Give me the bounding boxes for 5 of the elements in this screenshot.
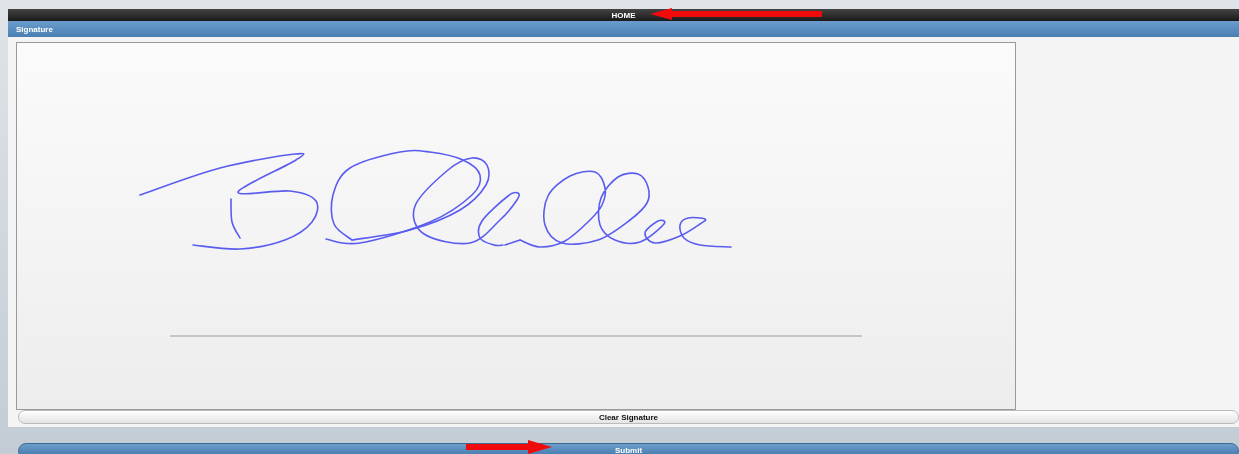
header-title: HOME xyxy=(611,10,636,20)
section-title: Signature xyxy=(16,24,53,34)
submit-button[interactable]: Submit xyxy=(18,442,1239,454)
signature-pad[interactable] xyxy=(16,42,1016,410)
clear-signature-button[interactable]: Clear Signature xyxy=(18,410,1239,424)
